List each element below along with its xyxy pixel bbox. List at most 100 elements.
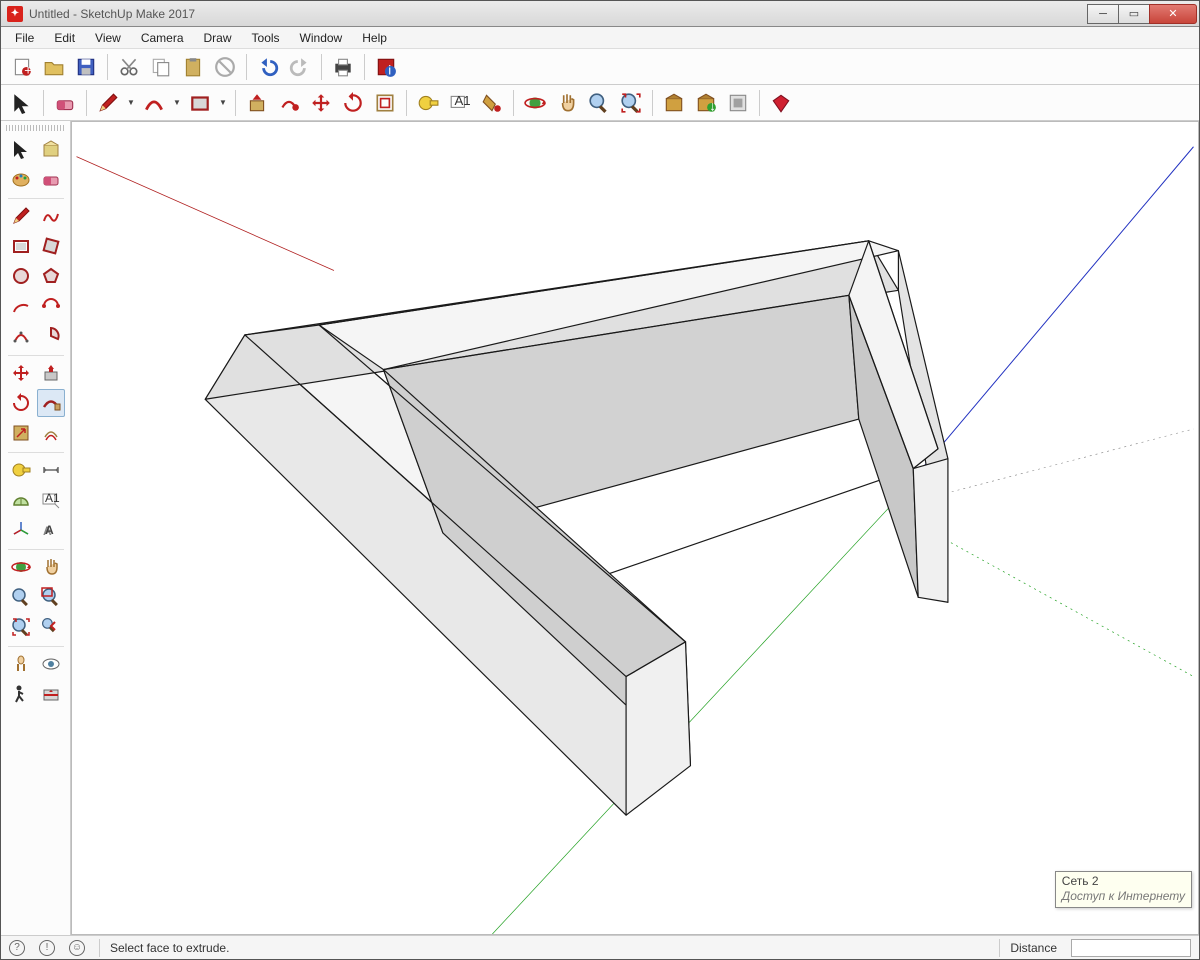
model-geometry bbox=[205, 241, 948, 815]
toolbar-standard bbox=[1, 49, 1199, 85]
3dtext-tool[interactable] bbox=[37, 516, 65, 544]
menu-edit[interactable]: Edit bbox=[44, 28, 85, 48]
text-button[interactable] bbox=[445, 88, 475, 118]
print-button[interactable] bbox=[328, 52, 358, 82]
extensions-button[interactable] bbox=[723, 88, 753, 118]
model-info-button[interactable] bbox=[371, 52, 401, 82]
protractor-tool[interactable] bbox=[7, 486, 35, 514]
undo-button[interactable] bbox=[253, 52, 283, 82]
select-tool[interactable] bbox=[7, 135, 35, 163]
menu-file[interactable]: File bbox=[5, 28, 44, 48]
window-title: Untitled - SketchUp Make 2017 bbox=[29, 7, 1088, 21]
credits-button[interactable]: ! bbox=[39, 940, 55, 956]
rotated-rect-tool[interactable] bbox=[37, 232, 65, 260]
minimize-button[interactable]: ─ bbox=[1087, 4, 1119, 24]
tooltip-line2: Доступ к Интернету bbox=[1062, 889, 1185, 905]
paste-button[interactable] bbox=[178, 52, 208, 82]
menu-camera[interactable]: Camera bbox=[131, 28, 194, 48]
rectangle-tool[interactable] bbox=[7, 232, 35, 260]
menubar: FileEditViewCameraDrawToolsWindowHelp bbox=[1, 27, 1199, 49]
menu-view[interactable]: View bbox=[85, 28, 131, 48]
toolbar-grip[interactable] bbox=[6, 125, 66, 131]
tooltip-line1: Сеть 2 bbox=[1062, 874, 1185, 890]
arc-dropdown[interactable]: ▼ bbox=[171, 98, 183, 107]
component-tool[interactable] bbox=[37, 135, 65, 163]
pan-tool[interactable] bbox=[37, 553, 65, 581]
circle-tool[interactable] bbox=[7, 262, 35, 290]
warehouse-button[interactable] bbox=[659, 88, 689, 118]
pie-tool[interactable] bbox=[37, 322, 65, 350]
pan-button[interactable] bbox=[552, 88, 582, 118]
warehouse2-button[interactable] bbox=[691, 88, 721, 118]
section-tool[interactable] bbox=[37, 680, 65, 708]
offset-tool[interactable] bbox=[37, 419, 65, 447]
zoom-extents-button[interactable] bbox=[616, 88, 646, 118]
vcb-input[interactable] bbox=[1071, 939, 1191, 957]
tape-tool[interactable] bbox=[7, 456, 35, 484]
menu-window[interactable]: Window bbox=[290, 28, 353, 48]
followme-tool[interactable] bbox=[37, 389, 65, 417]
rectangle-button[interactable] bbox=[185, 88, 215, 118]
redo-button[interactable] bbox=[285, 52, 315, 82]
arc-button[interactable] bbox=[139, 88, 169, 118]
geo-button[interactable]: ? bbox=[9, 940, 25, 956]
arc-tool[interactable] bbox=[7, 292, 35, 320]
polygon-tool[interactable] bbox=[37, 262, 65, 290]
pencil-button[interactable] bbox=[93, 88, 123, 118]
menu-tools[interactable]: Tools bbox=[242, 28, 290, 48]
position-camera-tool[interactable] bbox=[7, 650, 35, 678]
orbit-tool[interactable] bbox=[7, 553, 35, 581]
text-tool[interactable] bbox=[37, 486, 65, 514]
2pt-arc-tool[interactable] bbox=[37, 292, 65, 320]
side-toolbar bbox=[1, 121, 71, 935]
pushpull-button[interactable] bbox=[242, 88, 272, 118]
paint-tool[interactable] bbox=[7, 165, 35, 193]
statusbar: ? ! ☺ Select face to extrude. Distance bbox=[1, 935, 1199, 959]
menu-help[interactable]: Help bbox=[352, 28, 397, 48]
zoom-tool[interactable] bbox=[7, 583, 35, 611]
copy-button[interactable] bbox=[146, 52, 176, 82]
menu-draw[interactable]: Draw bbox=[194, 28, 242, 48]
move-tool[interactable] bbox=[7, 359, 35, 387]
maximize-button[interactable]: ▭ bbox=[1118, 4, 1150, 24]
paint-button[interactable] bbox=[477, 88, 507, 118]
dimension-tool[interactable] bbox=[37, 456, 65, 484]
tape-button[interactable] bbox=[413, 88, 443, 118]
select-button[interactable] bbox=[7, 88, 37, 118]
rotate-button[interactable] bbox=[338, 88, 368, 118]
ruby-button[interactable] bbox=[766, 88, 796, 118]
app-icon: ✦ bbox=[7, 6, 23, 22]
viewport-3d[interactable]: Сеть 2 Доступ к Интернету bbox=[71, 121, 1199, 935]
titlebar[interactable]: ✦ Untitled - SketchUp Make 2017 ─ ▭ ✕ bbox=[1, 1, 1199, 27]
new-button[interactable] bbox=[7, 52, 37, 82]
orbit-button[interactable] bbox=[520, 88, 550, 118]
app-window: ✦ Untitled - SketchUp Make 2017 ─ ▭ ✕ Fi… bbox=[0, 0, 1200, 960]
axes-tool[interactable] bbox=[7, 516, 35, 544]
zoom-window-tool[interactable] bbox=[37, 583, 65, 611]
rotate-tool[interactable] bbox=[7, 389, 35, 417]
pushpull-tool[interactable] bbox=[37, 359, 65, 387]
rectangle-dropdown[interactable]: ▼ bbox=[217, 98, 229, 107]
line-tool[interactable] bbox=[7, 202, 35, 230]
previous-tool[interactable] bbox=[37, 613, 65, 641]
walk-tool[interactable] bbox=[7, 680, 35, 708]
eraser-button[interactable] bbox=[50, 88, 80, 118]
offset-button[interactable] bbox=[370, 88, 400, 118]
scene-svg bbox=[72, 122, 1198, 934]
delete-button[interactable] bbox=[210, 52, 240, 82]
cut-button[interactable] bbox=[114, 52, 144, 82]
save-button[interactable] bbox=[71, 52, 101, 82]
scale-tool[interactable] bbox=[7, 419, 35, 447]
look-around-tool[interactable] bbox=[37, 650, 65, 678]
signin-button[interactable]: ☺ bbox=[69, 940, 85, 956]
move-button[interactable] bbox=[306, 88, 336, 118]
zoom-button[interactable] bbox=[584, 88, 614, 118]
close-button[interactable]: ✕ bbox=[1149, 4, 1197, 24]
3pt-arc-tool[interactable] bbox=[7, 322, 35, 350]
followme-button[interactable] bbox=[274, 88, 304, 118]
eraser-tool[interactable] bbox=[37, 165, 65, 193]
pencil-dropdown[interactable]: ▼ bbox=[125, 98, 137, 107]
freehand-tool[interactable] bbox=[37, 202, 65, 230]
open-button[interactable] bbox=[39, 52, 69, 82]
zoom-extents-tool[interactable] bbox=[7, 613, 35, 641]
